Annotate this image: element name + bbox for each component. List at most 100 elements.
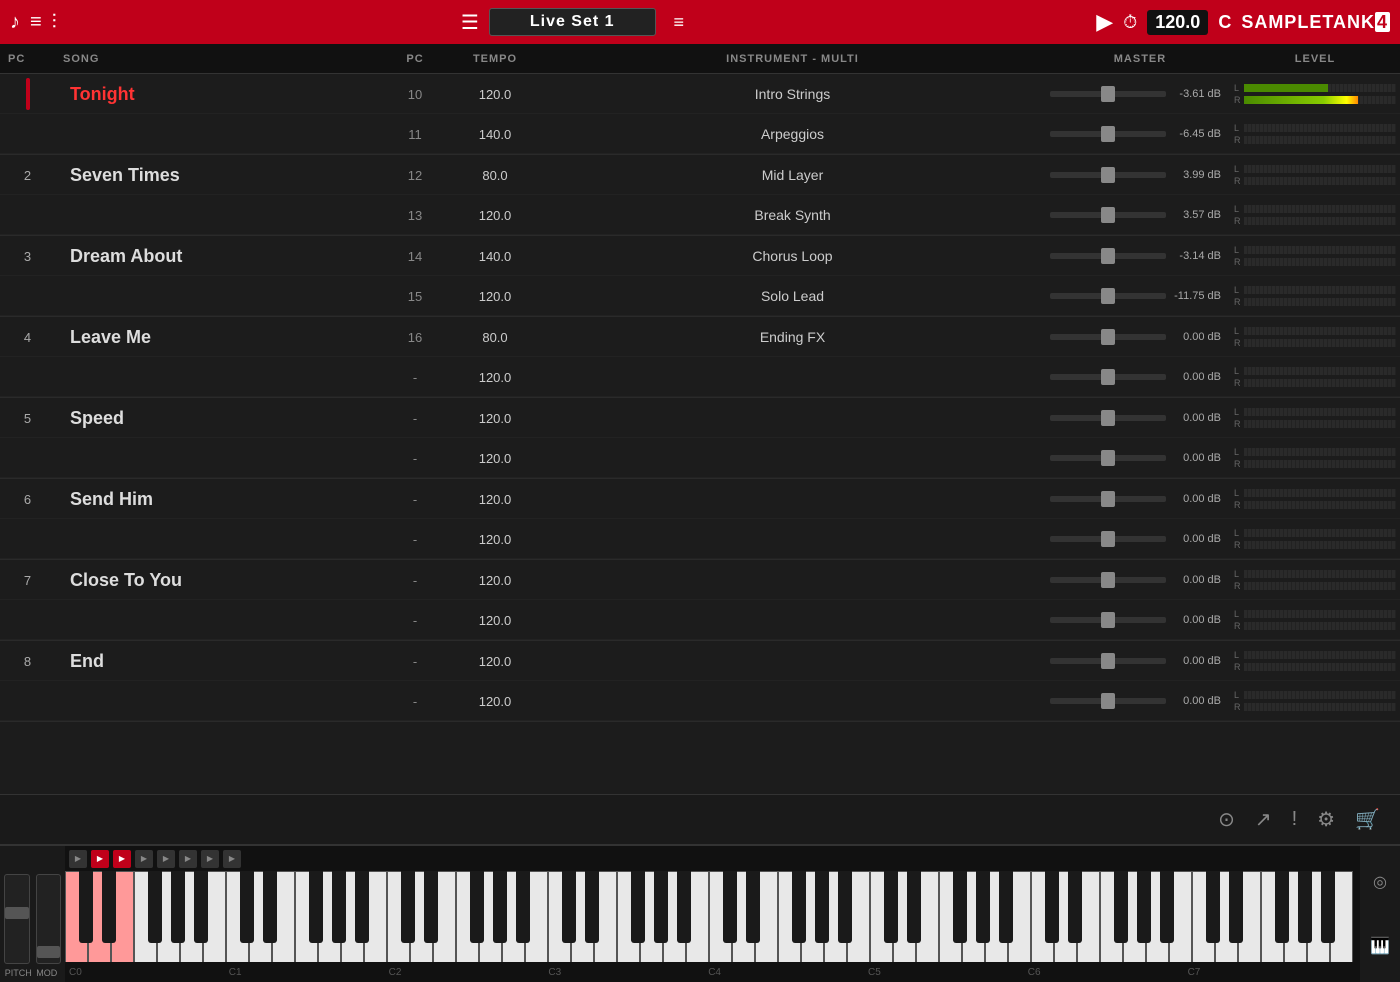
black-key[interactable] xyxy=(976,871,990,943)
list-icon[interactable]: ☰ xyxy=(461,10,479,35)
black-key[interactable] xyxy=(148,871,162,943)
alert-icon[interactable]: ! xyxy=(1292,808,1298,831)
master-slider-track[interactable] xyxy=(1050,455,1166,461)
black-key[interactable] xyxy=(1114,871,1128,943)
master-slider-thumb[interactable] xyxy=(1101,329,1115,345)
black-key[interactable] xyxy=(516,871,530,943)
master-slider-track[interactable] xyxy=(1050,617,1166,623)
black-key[interactable] xyxy=(493,871,507,943)
master-slider-thumb[interactable] xyxy=(1101,369,1115,385)
table-row[interactable]: 7Close To You-120.00.00 dBLR xyxy=(0,560,1400,600)
key-display[interactable]: C xyxy=(1218,12,1231,33)
master-slider-track[interactable] xyxy=(1050,536,1166,542)
black-key[interactable] xyxy=(562,871,576,943)
cell-song-name[interactable]: Dream About xyxy=(55,246,375,267)
black-key[interactable] xyxy=(1045,871,1059,943)
trigger-pad[interactable]: ▶ xyxy=(157,850,175,868)
black-key[interactable] xyxy=(999,871,1013,943)
master-slider-track[interactable] xyxy=(1050,658,1166,664)
master-slider-track[interactable] xyxy=(1050,374,1166,380)
black-key[interactable] xyxy=(723,871,737,943)
master-slider-thumb[interactable] xyxy=(1101,612,1115,628)
black-key[interactable] xyxy=(907,871,921,943)
black-key[interactable] xyxy=(240,871,254,943)
master-slider-track[interactable] xyxy=(1050,131,1166,137)
black-key[interactable] xyxy=(677,871,691,943)
settings-icon[interactable]: ⚙ xyxy=(1317,807,1335,832)
black-key[interactable] xyxy=(1321,871,1335,943)
black-key[interactable] xyxy=(884,871,898,943)
trigger-pad[interactable]: ▶ xyxy=(113,850,131,868)
cell-song-name[interactable]: Send Him xyxy=(55,489,375,510)
black-key[interactable] xyxy=(309,871,323,943)
mod-thumb[interactable] xyxy=(37,946,61,958)
table-row[interactable]: -120.00.00 dBLR xyxy=(0,438,1400,478)
master-slider-track[interactable] xyxy=(1050,698,1166,704)
black-key[interactable] xyxy=(1068,871,1082,943)
table-row[interactable]: 8End-120.00.00 dBLR xyxy=(0,641,1400,681)
trigger-pad[interactable]: ▶ xyxy=(135,850,153,868)
cell-song-name[interactable]: Close To You xyxy=(55,570,375,591)
black-key[interactable] xyxy=(171,871,185,943)
black-key[interactable] xyxy=(654,871,668,943)
sliders-icon[interactable]: ⫶ xyxy=(52,11,57,34)
cart-icon[interactable]: 🛒 xyxy=(1355,807,1380,832)
menu-icon[interactable]: ≡ xyxy=(30,11,42,34)
hamburger-icon[interactable]: ≡ xyxy=(674,12,685,33)
cell-song-name[interactable]: Tonight xyxy=(55,84,375,105)
cell-instrument[interactable]: Break Synth xyxy=(535,207,1050,223)
master-slider-thumb[interactable] xyxy=(1101,693,1115,709)
black-key[interactable] xyxy=(838,871,852,943)
master-slider-track[interactable] xyxy=(1050,91,1166,97)
black-key[interactable] xyxy=(815,871,829,943)
trigger-pad[interactable]: ▶ xyxy=(201,850,219,868)
table-row[interactable]: -120.00.00 dBLR xyxy=(0,681,1400,721)
black-key[interactable] xyxy=(263,871,277,943)
table-row[interactable]: 5Speed-120.00.00 dBLR xyxy=(0,398,1400,438)
trigger-pad[interactable]: ▶ xyxy=(179,850,197,868)
master-slider-track[interactable] xyxy=(1050,577,1166,583)
cell-instrument[interactable]: Arpeggios xyxy=(535,126,1050,142)
mod-slider[interactable] xyxy=(36,874,62,964)
master-slider-thumb[interactable] xyxy=(1101,126,1115,142)
table-row[interactable]: 15120.0Solo Lead-11.75 dBLR xyxy=(0,276,1400,316)
black-key[interactable] xyxy=(401,871,415,943)
black-key[interactable] xyxy=(102,871,116,943)
master-slider-track[interactable] xyxy=(1050,415,1166,421)
black-key[interactable] xyxy=(1229,871,1243,943)
black-key[interactable] xyxy=(1206,871,1220,943)
black-key[interactable] xyxy=(792,871,806,943)
table-row[interactable]: 6Send Him-120.00.00 dBLR xyxy=(0,479,1400,519)
arrow-icon[interactable]: ↗ xyxy=(1255,807,1272,832)
table-row[interactable]: Tonight10120.0Intro Strings-3.61 dBLR xyxy=(0,74,1400,114)
knob-icon[interactable]: ◎ xyxy=(1373,872,1387,892)
black-key[interactable] xyxy=(1298,871,1312,943)
master-slider-thumb[interactable] xyxy=(1101,491,1115,507)
table-row[interactable]: -120.00.00 dBLR xyxy=(0,357,1400,397)
master-slider-track[interactable] xyxy=(1050,172,1166,178)
master-slider-thumb[interactable] xyxy=(1101,410,1115,426)
black-key[interactable] xyxy=(953,871,967,943)
trigger-pad[interactable]: ▶ xyxy=(223,850,241,868)
cell-song-name[interactable]: End xyxy=(55,651,375,672)
black-key[interactable] xyxy=(79,871,93,943)
master-slider-thumb[interactable] xyxy=(1101,86,1115,102)
black-key[interactable] xyxy=(332,871,346,943)
cell-instrument[interactable]: Intro Strings xyxy=(535,86,1050,102)
master-slider-thumb[interactable] xyxy=(1101,167,1115,183)
black-key[interactable] xyxy=(585,871,599,943)
black-key[interactable] xyxy=(424,871,438,943)
black-key[interactable] xyxy=(194,871,208,943)
cell-instrument[interactable]: Ending FX xyxy=(535,329,1050,345)
black-key[interactable] xyxy=(631,871,645,943)
master-slider-thumb[interactable] xyxy=(1101,572,1115,588)
trigger-pad[interactable]: ▶ xyxy=(69,850,87,868)
pitch-thumb[interactable] xyxy=(5,907,29,919)
cell-instrument[interactable]: Chorus Loop xyxy=(535,248,1050,264)
dial-icon[interactable]: ⊙ xyxy=(1218,807,1235,832)
black-key[interactable] xyxy=(1275,871,1289,943)
black-key[interactable] xyxy=(1160,871,1174,943)
bpm-display[interactable]: 120.0 xyxy=(1147,10,1208,35)
trigger-pad[interactable]: ▶ xyxy=(91,850,109,868)
table-row[interactable]: -120.00.00 dBLR xyxy=(0,519,1400,559)
